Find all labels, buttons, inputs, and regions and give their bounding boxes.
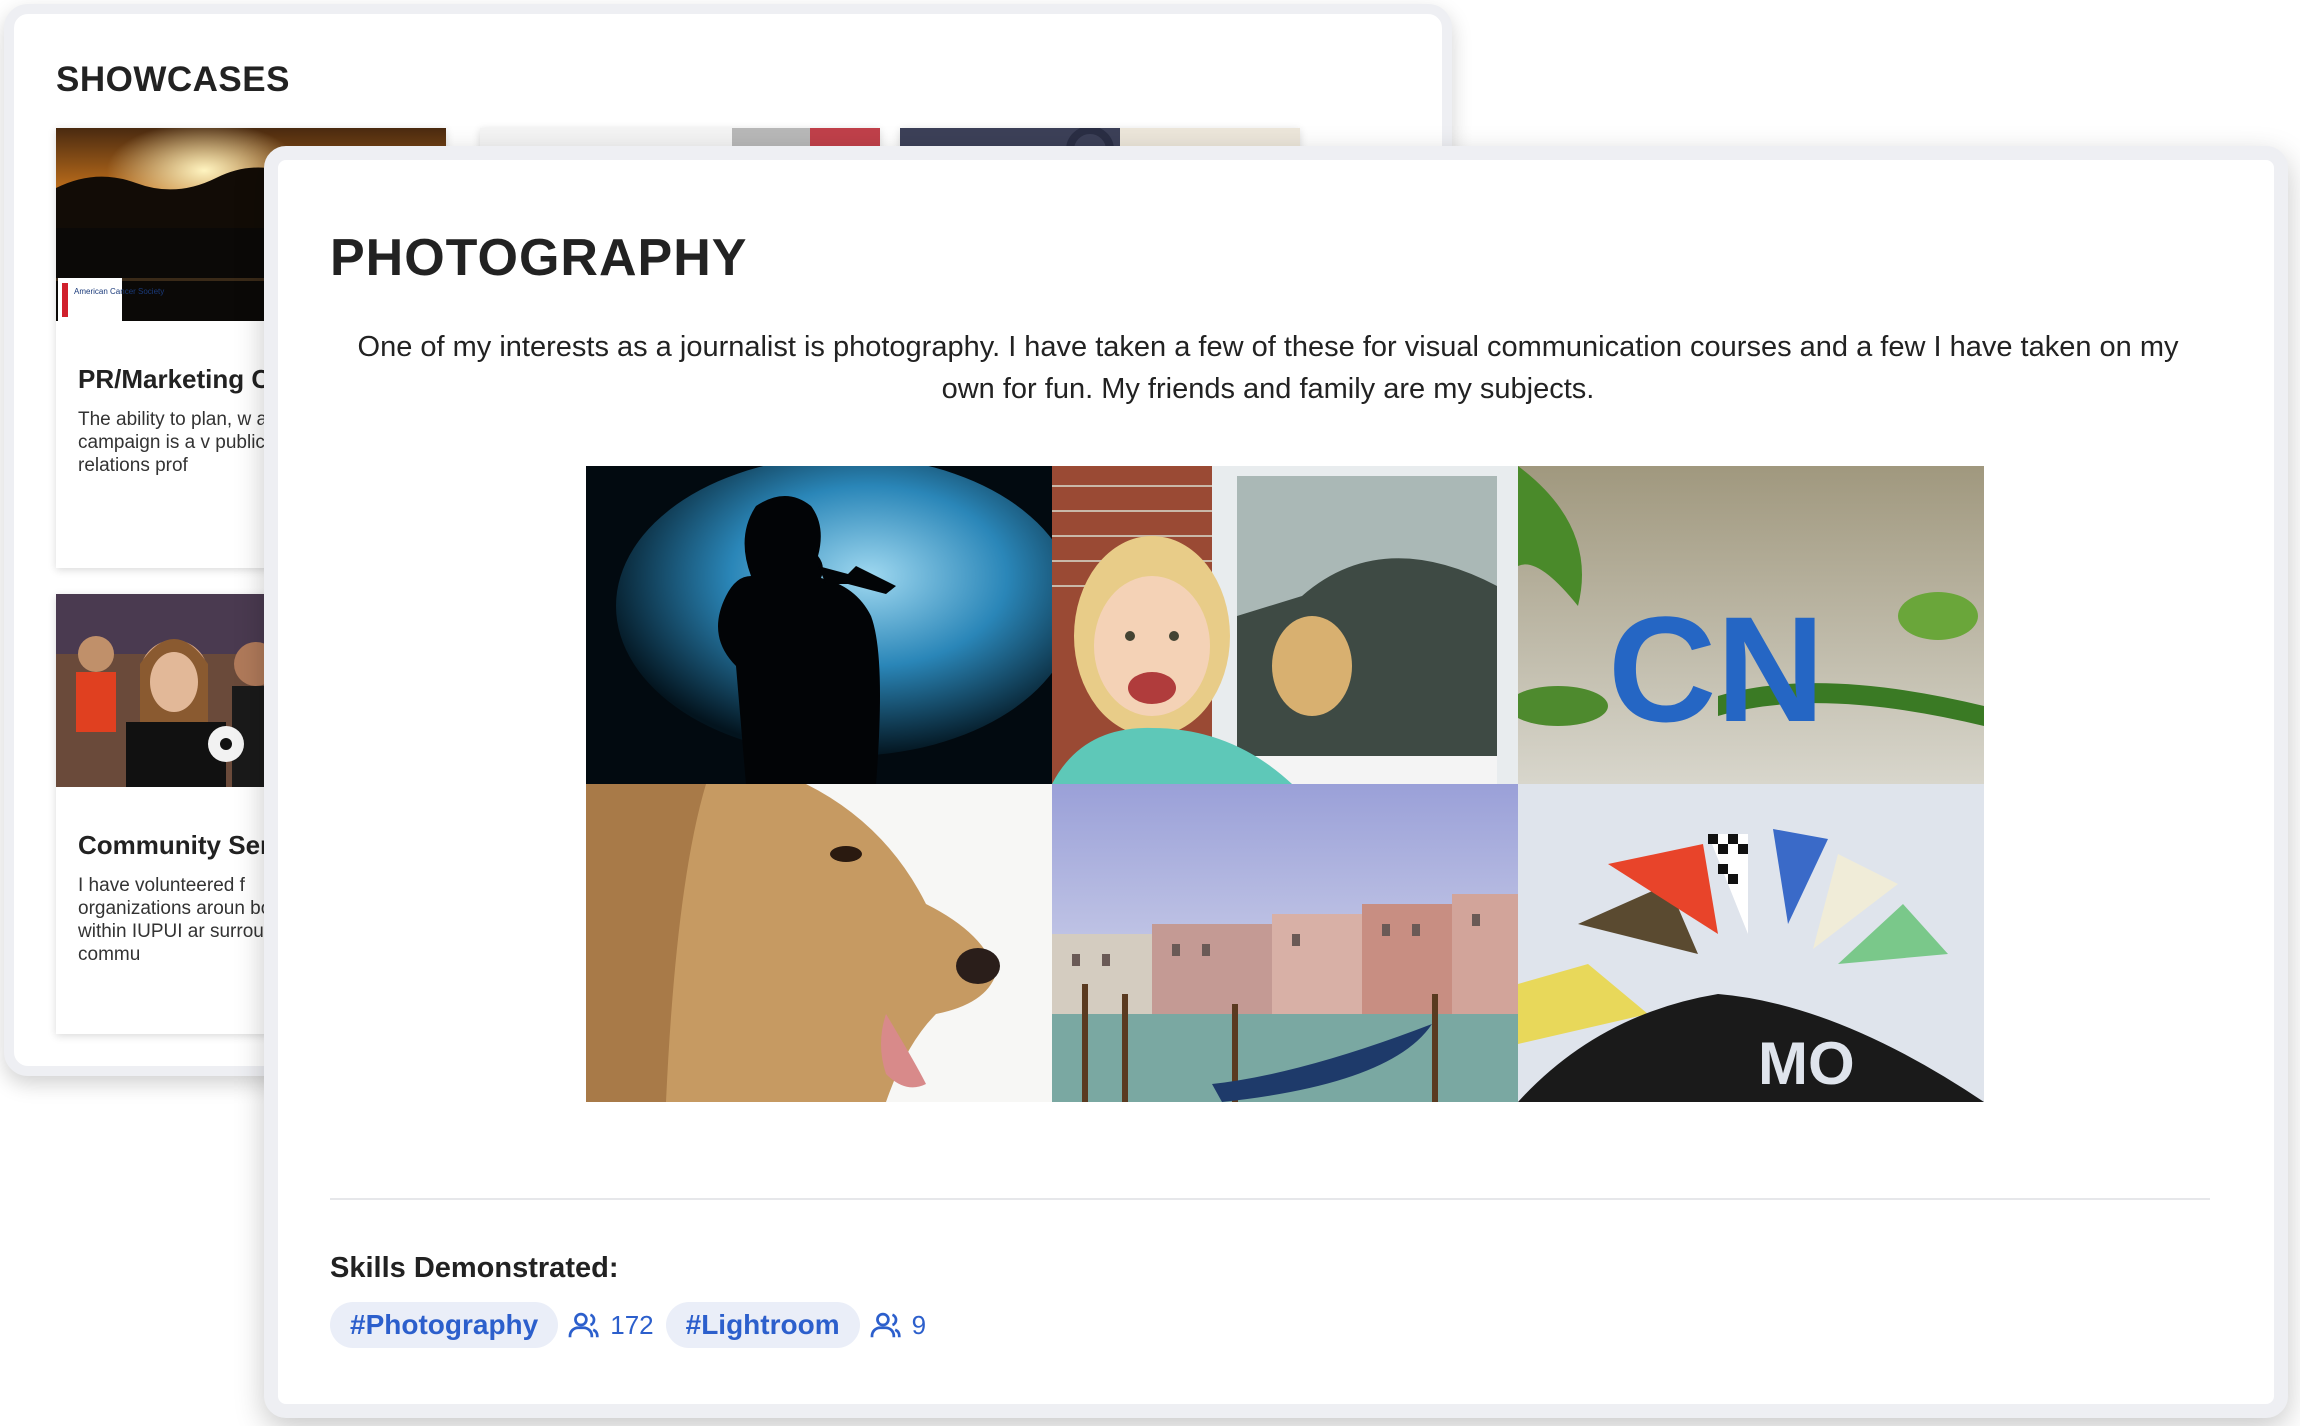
people-icon	[568, 1312, 599, 1338]
divider	[330, 1198, 2210, 1200]
skill-tag-lightroom[interactable]: #Lightroom	[665, 1302, 860, 1348]
skill-endorsement-count[interactable]: 9	[870, 1310, 926, 1341]
skill-tag-photography[interactable]: #Photography	[330, 1302, 559, 1348]
flag-text: MO	[1758, 1030, 1855, 1097]
photography-card: PHOTOGRAPHY One of my interests as a jou…	[264, 146, 2288, 1418]
singer-silhouette-photo[interactable]	[586, 466, 1052, 784]
skills-list: #Photography 172 #Lightroom 9	[330, 1302, 938, 1348]
people-icon	[870, 1312, 901, 1338]
racing-flags-photo[interactable]: MO	[1518, 784, 1984, 1102]
skill-endorsement-count[interactable]: 172	[568, 1309, 654, 1341]
smiling-girl-photo[interactable]	[1052, 466, 1518, 784]
cn-letters-photo[interactable]: CN	[1518, 466, 1984, 784]
tile-title: Community Ser	[78, 830, 271, 860]
photo-gallery: CN MO	[586, 466, 1984, 1102]
count-value: 9	[911, 1309, 927, 1340]
page-title: PHOTOGRAPHY	[330, 229, 748, 287]
showcases-title: SHOWCASES	[56, 60, 290, 99]
skills-label: Skills Demonstrated:	[330, 1252, 619, 1284]
tile-title: PR/Marketing C	[78, 364, 271, 394]
count-value: 172	[610, 1309, 654, 1340]
cn-text: CN	[1608, 585, 1825, 753]
acs-logo-text: American Cancer Society	[74, 287, 164, 296]
golden-retriever-photo[interactable]	[586, 784, 1052, 1102]
intro-text: One of my interests as a journalist is p…	[357, 331, 2179, 405]
venice-canal-photo[interactable]	[1052, 784, 1518, 1102]
